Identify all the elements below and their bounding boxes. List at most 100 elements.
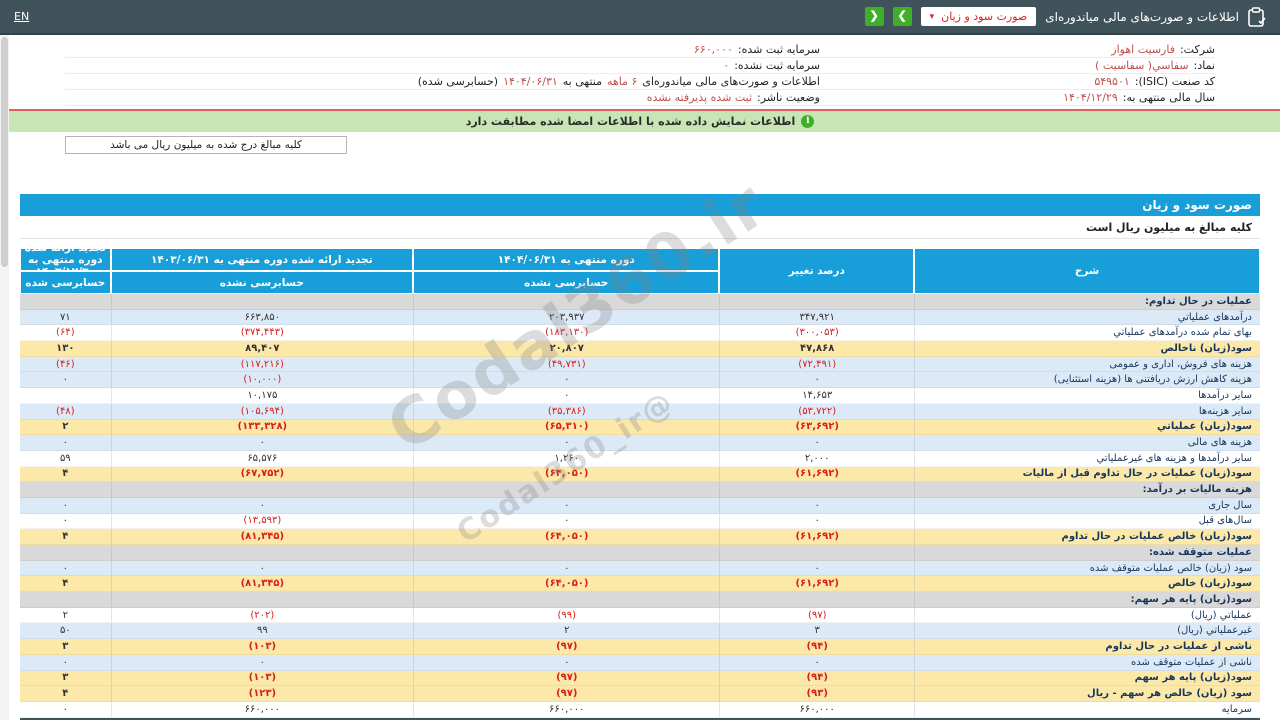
column-subheader-current-audit-status: حسابرسی نشده [413,271,719,294]
value-cell: ۶۶۰,۰۰۰ [111,702,414,717]
table-row: هزینه های مالی۰۰۰۰ [20,435,1260,451]
company-info-row: کد صنعت (ISIC):۵۴۹۵۰۱اطلاعات و صورت‌های … [65,74,1215,90]
row-label-cell: هزینه های فروش، اداری و عمومی [914,357,1260,372]
table-header: شرح دوره منتهی به ۱۴۰۴/۰۶/۳۱ تجدید ارائه… [20,248,1260,294]
value-cell: (۱۰۳) [111,639,414,654]
amounts-unit-note: کلیه مبالغ درج شده به میلیون ریال می باش… [65,136,347,154]
column-header-percent-change: درصد تغییر [719,248,914,294]
table-row: سرمایه۶۶۰,۰۰۰۶۶۰,۰۰۰۶۶۰,۰۰۰۰ [20,702,1260,718]
value-cell: ۶۶۰,۰۰۰ [413,702,719,717]
value-cell: ۰ [719,435,914,450]
row-label-cell: سایر درآمدها و هزینه های غیرعملیاتي [914,451,1260,466]
info-label: وضعیت ناشر: [757,91,820,104]
notice-text: اطلاعات نمایش داده شده با اطلاعات امضا ش… [466,115,796,128]
table-row: غیرعملیاتي (ریال)۳۲۹۹۵۰ [20,623,1260,639]
table-row: سود(زیان) پایه هر سهم(۹۴)(۹۷)(۱۰۳)۳ [20,671,1260,687]
nav-next-button[interactable]: ❯ [893,7,912,26]
en-language-link[interactable]: EN [14,10,29,23]
table-body: عملیات در حال تداوم:درآمدهای عملیاتي۳۴۷,… [20,294,1260,718]
value-cell: ۰ [20,435,111,450]
value-cell: (۴۸) [20,404,111,419]
value-cell: (۳۷۴,۴۴۳) [111,325,414,340]
top-navigation-bar: اطلاعات و صورت‌های مالی میاندوره‌ای صورت… [0,0,1280,35]
row-label-cell: درآمدهای عملیاتي [914,310,1260,325]
value-cell: (۱۰,۰۰۰) [111,372,414,387]
row-label-cell: عملیات در حال تداوم: [914,294,1260,309]
value-cell: (۶۵,۳۱۰) [413,420,719,435]
table-row: سود(زیان) عملیاتي(۶۳,۶۹۲)(۶۵,۳۱۰)(۱۳۳,۳۲… [20,420,1260,436]
value-cell: ۳ [20,639,111,654]
value-cell: ۰ [719,372,914,387]
info-value: ۶۶۰,۰۰۰ [694,43,733,56]
value-cell: ۴ [20,686,111,701]
column-header-restated-6m: تجدید ارائه شده دوره منتهی به ۱۴۰۳/۰۶/۳۱ [111,248,414,271]
info-icon: i [801,115,814,128]
value-cell: ۶۶۰,۰۰۰ [719,702,914,717]
value-cell: (۳۰۰,۰۵۳) [719,325,914,340]
value-cell: ۰ [111,655,414,670]
value-cell: (۴۹,۷۳۱) [413,357,719,372]
value-cell: ۴ [20,529,111,544]
statement-type-select[interactable]: صورت سود و زیان ▾ [921,7,1037,26]
info-text-segment: (حسابرسی شده) [418,75,498,88]
value-cell [719,294,914,309]
value-cell: (۱۰۵,۶۹۴) [111,404,414,419]
value-cell [719,592,914,607]
value-cell [20,294,111,309]
row-label-cell: غیرعملیاتي (ریال) [914,623,1260,638]
value-cell: ۲,۰۰۰ [719,451,914,466]
table-row: هزینه مالیات بر درآمد: [20,482,1260,498]
nav-prev-button[interactable]: ❮ [865,7,884,26]
row-label-cell: هزینه کاهش ارزش دریافتنی ها (هزینه استثن… [914,372,1260,387]
value-cell: ۷۱ [20,310,111,325]
company-info-row: سال مالی منتهی به:۱۴۰۴/۱۲/۲۹وضعیت ناشر:ث… [65,90,1215,106]
value-cell: (۱۱۷,۲۱۶) [111,357,414,372]
value-cell: ۵۰ [20,623,111,638]
row-label-cell: سود(زیان) ناخالص [914,341,1260,356]
value-cell: ۰ [413,498,719,513]
value-cell: (۸۱,۳۴۵) [111,529,414,544]
info-text-segment: اطلاعات و صورت‌های مالی میاندوره‌ای [642,75,820,88]
scrollbar-thumb[interactable] [1,37,8,267]
value-cell: ۶۶۳,۸۵۰ [111,310,414,325]
value-cell: (۶۱,۶۹۲) [719,576,914,591]
value-cell: ۳۴۷,۹۲۱ [719,310,914,325]
value-cell: (۶۳,۶۹۲) [719,420,914,435]
value-cell: ۰ [20,655,111,670]
vertical-scrollbar[interactable] [0,35,9,720]
column-subheader-12m-audit-status: حسابرسی شده [20,271,111,294]
value-cell: ۰ [413,435,719,450]
value-cell: ۰ [413,514,719,529]
value-cell: ۴ [20,576,111,591]
value-cell: (۱۳,۵۹۳) [111,514,414,529]
row-label-cell: سرمایه [914,702,1260,717]
value-cell: ۹۹ [111,623,414,638]
row-label-cell: عملیاتي (ریال) [914,608,1260,623]
table-row: سود(زیان) ناخالص۴۷,۸۶۸۲۰,۸۰۷۸۹,۴۰۷۱۳۰ [20,341,1260,357]
value-cell: ۰ [20,372,111,387]
value-cell: ۰ [20,514,111,529]
value-cell: (۱۰۳) [111,671,414,686]
value-cell: ۰ [413,372,719,387]
row-label-cell: سال‌های قبل [914,514,1260,529]
value-cell: (۵۳,۷۲۲) [719,404,914,419]
row-label-cell: هزینه مالیات بر درآمد: [914,482,1260,497]
info-value: ثبت شده پذیرفته نشده [647,91,752,104]
value-cell: ۰ [20,498,111,513]
value-cell [111,294,414,309]
value-cell: (۹۹) [413,608,719,623]
value-cell: (۳۵,۳۸۶) [413,404,719,419]
value-cell [719,545,914,560]
info-label: سال مالی منتهی به: [1123,91,1215,104]
statement-title-bar: صورت سود و زیان [20,194,1260,216]
info-text-segment: ۱۴۰۴/۰۶/۳۱ [503,75,558,88]
value-cell: ۰ [719,498,914,513]
value-cell [111,482,414,497]
value-cell: ۲۰,۸۰۷ [413,341,719,356]
info-pair: وضعیت ناشر: ثبت شده پذیرفته نشده [65,91,820,104]
value-cell: ۰ [111,435,414,450]
table-row: عملیات در حال تداوم: [20,294,1260,310]
value-cell [719,482,914,497]
value-cell: ۳ [20,671,111,686]
value-cell: ۴ [20,467,111,482]
